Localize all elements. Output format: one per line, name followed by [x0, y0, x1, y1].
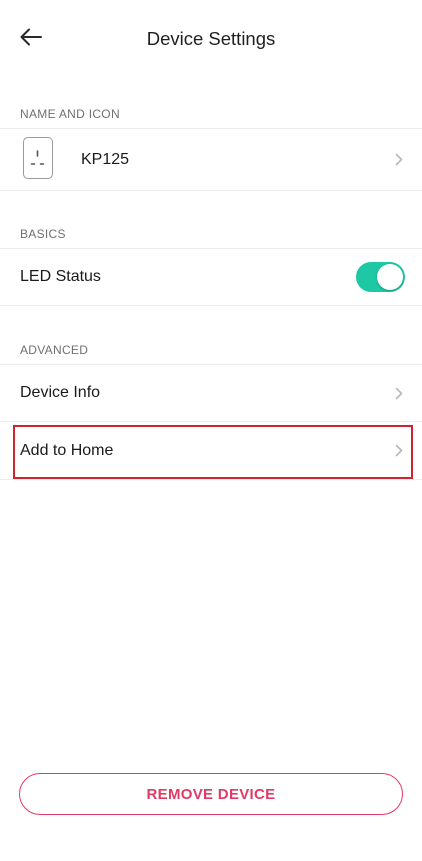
- remove-device-button[interactable]: REMOVE DEVICE: [19, 773, 403, 815]
- chevron-right-icon: [394, 443, 404, 459]
- section-label-name-and-icon: NAME AND ICON: [20, 107, 120, 121]
- device-name: KP125: [81, 150, 130, 168]
- add-to-home-label: Add to Home: [20, 441, 114, 459]
- device-settings-screen: Device Settings NAME AND ICON KP125 BASI…: [0, 0, 422, 861]
- toggle-knob: [377, 264, 403, 290]
- device-info-row[interactable]: Device Info: [0, 364, 422, 422]
- section-label-advanced: ADVANCED: [20, 343, 89, 357]
- page-title: Device Settings: [146, 28, 276, 49]
- section-label-basics: BASICS: [20, 227, 66, 241]
- smart-plug-icon: [23, 137, 53, 179]
- header: Device Settings: [0, 0, 422, 80]
- chevron-right-icon: [394, 385, 404, 401]
- device-name-row[interactable]: KP125: [0, 128, 422, 191]
- led-status-toggle[interactable]: [356, 262, 405, 292]
- add-to-home-row[interactable]: Add to Home: [0, 422, 422, 480]
- led-status-row: LED Status: [0, 248, 422, 306]
- device-info-label: Device Info: [20, 384, 101, 401]
- led-status-label: LED Status: [20, 268, 101, 285]
- chevron-right-icon: [394, 152, 404, 168]
